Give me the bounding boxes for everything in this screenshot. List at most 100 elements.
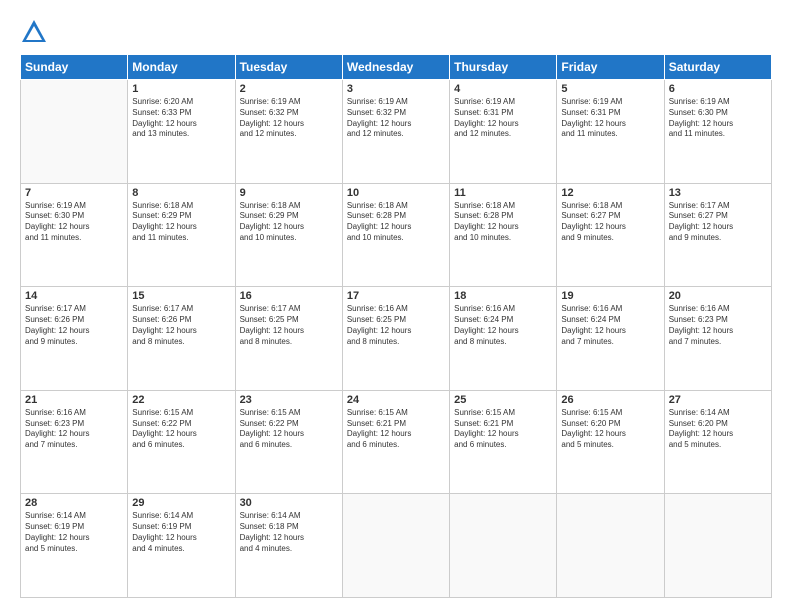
day-info: Sunrise: 6:16 AM Sunset: 6:23 PM Dayligh…	[669, 304, 767, 347]
calendar-cell: 2 Sunrise: 6:19 AM Sunset: 6:32 PM Daylig…	[235, 80, 342, 184]
day-info: Sunrise: 6:17 AM Sunset: 6:26 PM Dayligh…	[25, 304, 123, 347]
day-info: Sunrise: 6:16 AM Sunset: 6:23 PM Dayligh…	[25, 408, 123, 451]
calendar-cell: 6 Sunrise: 6:19 AM Sunset: 6:30 PM Daylig…	[664, 80, 771, 184]
day-info: Sunrise: 6:19 AM Sunset: 6:32 PM Dayligh…	[347, 97, 445, 140]
day-number: 8	[132, 187, 230, 199]
day-number: 7	[25, 187, 123, 199]
calendar-week-row: 14 Sunrise: 6:17 AM Sunset: 6:26 PM Dayli…	[21, 287, 772, 391]
calendar-cell: 24 Sunrise: 6:15 AM Sunset: 6:21 PM Dayli…	[342, 390, 449, 494]
day-number: 16	[240, 290, 338, 302]
calendar-cell: 30 Sunrise: 6:14 AM Sunset: 6:18 PM Dayli…	[235, 494, 342, 598]
day-number: 5	[561, 83, 659, 95]
day-number: 25	[454, 394, 552, 406]
calendar-cell: 3Sunrise: 6:19 AM Sunset: 6:32 PM Daylig…	[342, 80, 449, 184]
day-info: Sunrise: 6:18 AM Sunset: 6:28 PM Dayligh…	[454, 201, 552, 244]
day-number: 11	[454, 187, 552, 199]
day-info: Sunrise: 6:19 AM Sunset: 6:31 PM Dayligh…	[561, 97, 659, 140]
calendar-cell: 19 Sunrise: 6:16 AM Sunset: 6:24 PM Dayli…	[557, 287, 664, 391]
calendar-cell: 29 Sunrise: 6:14 AM Sunset: 6:19 PM Dayli…	[128, 494, 235, 598]
calendar-cell: 10Sunrise: 6:18 AM Sunset: 6:28 PM Dayli…	[342, 183, 449, 287]
day-info: Sunrise: 6:15 AM Sunset: 6:21 PM Dayligh…	[347, 408, 445, 451]
day-info: Sunrise: 6:19 AM Sunset: 6:32 PM Dayligh…	[240, 97, 338, 140]
day-number: 15	[132, 290, 230, 302]
day-info: Sunrise: 6:19 AM Sunset: 6:31 PM Dayligh…	[454, 97, 552, 140]
calendar-cell: 27 Sunrise: 6:14 AM Sunset: 6:20 PM Dayli…	[664, 390, 771, 494]
calendar-cell: 20 Sunrise: 6:16 AM Sunset: 6:23 PM Dayli…	[664, 287, 771, 391]
day-info: Sunrise: 6:14 AM Sunset: 6:18 PM Dayligh…	[240, 511, 338, 554]
day-number: 26	[561, 394, 659, 406]
day-info: Sunrise: 6:15 AM Sunset: 6:22 PM Dayligh…	[132, 408, 230, 451]
day-info: Sunrise: 6:18 AM Sunset: 6:27 PM Dayligh…	[561, 201, 659, 244]
calendar-cell	[342, 494, 449, 598]
day-number: 1	[132, 83, 230, 95]
day-info: Sunrise: 6:18 AM Sunset: 6:28 PM Dayligh…	[347, 201, 445, 244]
day-info: Sunrise: 6:16 AM Sunset: 6:25 PM Dayligh…	[347, 304, 445, 347]
day-number: 30	[240, 497, 338, 509]
calendar-cell: 9 Sunrise: 6:18 AM Sunset: 6:29 PM Daylig…	[235, 183, 342, 287]
day-info: Sunrise: 6:14 AM Sunset: 6:19 PM Dayligh…	[132, 511, 230, 554]
day-number: 19	[561, 290, 659, 302]
day-header-monday: Monday	[128, 55, 235, 80]
day-number: 27	[669, 394, 767, 406]
calendar-cell: 14 Sunrise: 6:17 AM Sunset: 6:26 PM Dayli…	[21, 287, 128, 391]
day-number: 12	[561, 187, 659, 199]
day-header-saturday: Saturday	[664, 55, 771, 80]
day-info: Sunrise: 6:17 AM Sunset: 6:27 PM Dayligh…	[669, 201, 767, 244]
calendar-week-row: 28Sunrise: 6:14 AM Sunset: 6:19 PM Dayli…	[21, 494, 772, 598]
calendar-cell: 16Sunrise: 6:17 AM Sunset: 6:25 PM Dayli…	[235, 287, 342, 391]
calendar-cell: 13 Sunrise: 6:17 AM Sunset: 6:27 PM Dayli…	[664, 183, 771, 287]
day-number: 20	[669, 290, 767, 302]
calendar-cell	[557, 494, 664, 598]
calendar-cell: 17Sunrise: 6:16 AM Sunset: 6:25 PM Dayli…	[342, 287, 449, 391]
day-info: Sunrise: 6:15 AM Sunset: 6:21 PM Dayligh…	[454, 408, 552, 451]
day-info: Sunrise: 6:15 AM Sunset: 6:20 PM Dayligh…	[561, 408, 659, 451]
calendar-cell	[450, 494, 557, 598]
day-header-sunday: Sunday	[21, 55, 128, 80]
day-number: 22	[132, 394, 230, 406]
calendar-header-row: SundayMondayTuesdayWednesdayThursdayFrid…	[21, 55, 772, 80]
day-header-thursday: Thursday	[450, 55, 557, 80]
calendar-cell: 8 Sunrise: 6:18 AM Sunset: 6:29 PM Daylig…	[128, 183, 235, 287]
calendar-cell: 25 Sunrise: 6:15 AM Sunset: 6:21 PM Dayli…	[450, 390, 557, 494]
day-info: Sunrise: 6:16 AM Sunset: 6:24 PM Dayligh…	[561, 304, 659, 347]
day-info: Sunrise: 6:18 AM Sunset: 6:29 PM Dayligh…	[240, 201, 338, 244]
calendar-cell: 22 Sunrise: 6:15 AM Sunset: 6:22 PM Dayli…	[128, 390, 235, 494]
day-info: Sunrise: 6:19 AM Sunset: 6:30 PM Dayligh…	[669, 97, 767, 140]
day-number: 29	[132, 497, 230, 509]
calendar-cell: 7Sunrise: 6:19 AM Sunset: 6:30 PM Daylig…	[21, 183, 128, 287]
calendar-week-row: 1 Sunrise: 6:20 AM Sunset: 6:33 PM Daylig…	[21, 80, 772, 184]
calendar-cell: 11 Sunrise: 6:18 AM Sunset: 6:28 PM Dayli…	[450, 183, 557, 287]
header	[20, 18, 772, 46]
day-number: 6	[669, 83, 767, 95]
calendar-cell: 18Sunrise: 6:16 AM Sunset: 6:24 PM Dayli…	[450, 287, 557, 391]
day-number: 24	[347, 394, 445, 406]
logo-icon	[20, 18, 48, 46]
day-info: Sunrise: 6:20 AM Sunset: 6:33 PM Dayligh…	[132, 97, 230, 140]
logo	[20, 18, 52, 46]
calendar-cell: 15 Sunrise: 6:17 AM Sunset: 6:26 PM Dayli…	[128, 287, 235, 391]
day-number: 14	[25, 290, 123, 302]
calendar-table: SundayMondayTuesdayWednesdayThursdayFrid…	[20, 54, 772, 598]
day-number: 9	[240, 187, 338, 199]
day-number: 2	[240, 83, 338, 95]
calendar-cell: 21Sunrise: 6:16 AM Sunset: 6:23 PM Dayli…	[21, 390, 128, 494]
day-info: Sunrise: 6:18 AM Sunset: 6:29 PM Dayligh…	[132, 201, 230, 244]
calendar-cell	[664, 494, 771, 598]
day-header-tuesday: Tuesday	[235, 55, 342, 80]
day-info: Sunrise: 6:14 AM Sunset: 6:20 PM Dayligh…	[669, 408, 767, 451]
calendar-cell: 12 Sunrise: 6:18 AM Sunset: 6:27 PM Dayli…	[557, 183, 664, 287]
day-info: Sunrise: 6:15 AM Sunset: 6:22 PM Dayligh…	[240, 408, 338, 451]
calendar-week-row: 21Sunrise: 6:16 AM Sunset: 6:23 PM Dayli…	[21, 390, 772, 494]
day-info: Sunrise: 6:17 AM Sunset: 6:26 PM Dayligh…	[132, 304, 230, 347]
day-number: 13	[669, 187, 767, 199]
calendar-cell: 28Sunrise: 6:14 AM Sunset: 6:19 PM Dayli…	[21, 494, 128, 598]
calendar-week-row: 7Sunrise: 6:19 AM Sunset: 6:30 PM Daylig…	[21, 183, 772, 287]
page: SundayMondayTuesdayWednesdayThursdayFrid…	[0, 0, 792, 612]
day-number: 23	[240, 394, 338, 406]
calendar-cell: 1 Sunrise: 6:20 AM Sunset: 6:33 PM Daylig…	[128, 80, 235, 184]
calendar-cell	[21, 80, 128, 184]
day-info: Sunrise: 6:14 AM Sunset: 6:19 PM Dayligh…	[25, 511, 123, 554]
calendar-cell: 23 Sunrise: 6:15 AM Sunset: 6:22 PM Dayli…	[235, 390, 342, 494]
calendar-cell: 26 Sunrise: 6:15 AM Sunset: 6:20 PM Dayli…	[557, 390, 664, 494]
calendar-cell: 4Sunrise: 6:19 AM Sunset: 6:31 PM Daylig…	[450, 80, 557, 184]
